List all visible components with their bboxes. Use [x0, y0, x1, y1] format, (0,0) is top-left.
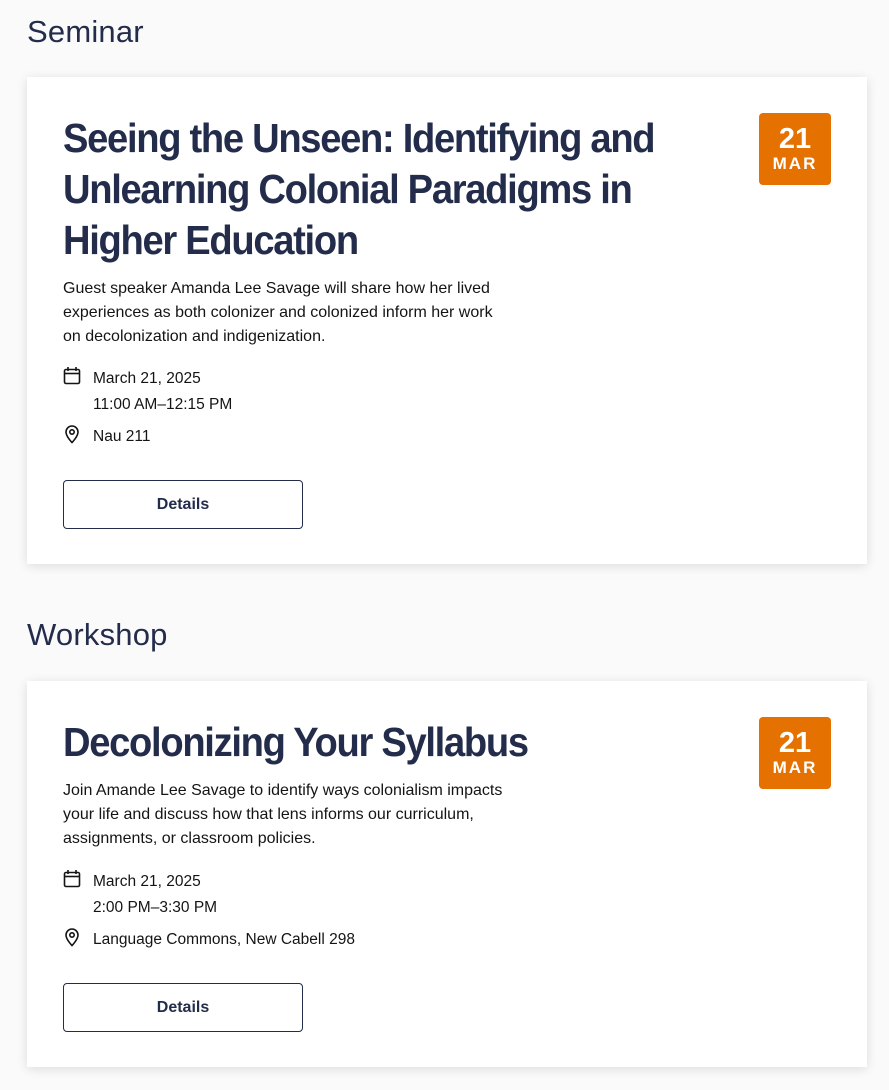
event-description-line: Guest speaker Amanda Lee Savage will sha…: [63, 280, 490, 297]
event-title[interactable]: Seeing the Unseen: Identifying and Unlea…: [63, 113, 656, 266]
event-location: Nau 211: [63, 424, 150, 450]
map-pin-icon: [63, 424, 81, 444]
event-date: March 21, 2025: [93, 873, 201, 890]
event-description: Guest speaker Amanda Lee Savage will sha…: [63, 277, 543, 349]
section-heading-workshop: Workshop: [27, 617, 168, 652]
event-card: Seeing the Unseen: Identifying and Unlea…: [27, 77, 867, 564]
event-title-line: Higher Education: [63, 217, 359, 263]
details-button[interactable]: Details: [63, 983, 303, 1032]
event-datetime: March 21, 2025 11:00 AM–12:15 PM: [63, 366, 232, 418]
event-description-line: your life and discuss how that lens info…: [63, 806, 474, 823]
event-title-line: Seeing the Unseen: Identifying and: [63, 115, 656, 161]
event-datetime: March 21, 2025 2:00 PM–3:30 PM: [63, 869, 217, 921]
calendar-icon: [63, 869, 81, 889]
event-time: 11:00 AM–12:15 PM: [93, 396, 233, 413]
event-description-line: on decolonization and indigenization.: [63, 328, 326, 345]
date-badge: 21 MAR: [759, 113, 831, 185]
event-location: Language Commons, New Cabell 298: [63, 927, 355, 953]
date-badge-month: MAR: [772, 758, 818, 777]
event-description-line: assignments, or classroom policies.: [63, 830, 316, 847]
date-badge: 21 MAR: [759, 717, 831, 789]
event-location-text: Nau 211: [93, 428, 151, 445]
date-badge-day: 21: [778, 123, 812, 155]
date-badge-day: 21: [778, 727, 812, 759]
event-date: March 21, 2025: [93, 370, 201, 387]
event-location-text: Language Commons, New Cabell 298: [93, 931, 355, 948]
date-badge-month: MAR: [772, 154, 818, 173]
details-button[interactable]: Details: [63, 480, 303, 529]
section-heading-seminar: Seminar: [27, 14, 144, 49]
event-card: Decolonizing Your Syllabus 21 MAR Join A…: [27, 681, 867, 1067]
event-title[interactable]: Decolonizing Your Syllabus: [63, 717, 529, 768]
event-description: Join Amande Lee Savage to identify ways …: [63, 779, 543, 851]
event-description-line: experiences as both colonizer and coloni…: [63, 304, 493, 321]
map-pin-icon: [63, 927, 81, 947]
event-time: 2:00 PM–3:30 PM: [93, 899, 218, 916]
event-title-line: Decolonizing Your Syllabus: [63, 719, 529, 765]
event-title-line: Unlearning Colonial Paradigms in: [63, 166, 633, 212]
calendar-icon: [63, 366, 81, 386]
event-description-line: Join Amande Lee Savage to identify ways …: [63, 782, 503, 799]
